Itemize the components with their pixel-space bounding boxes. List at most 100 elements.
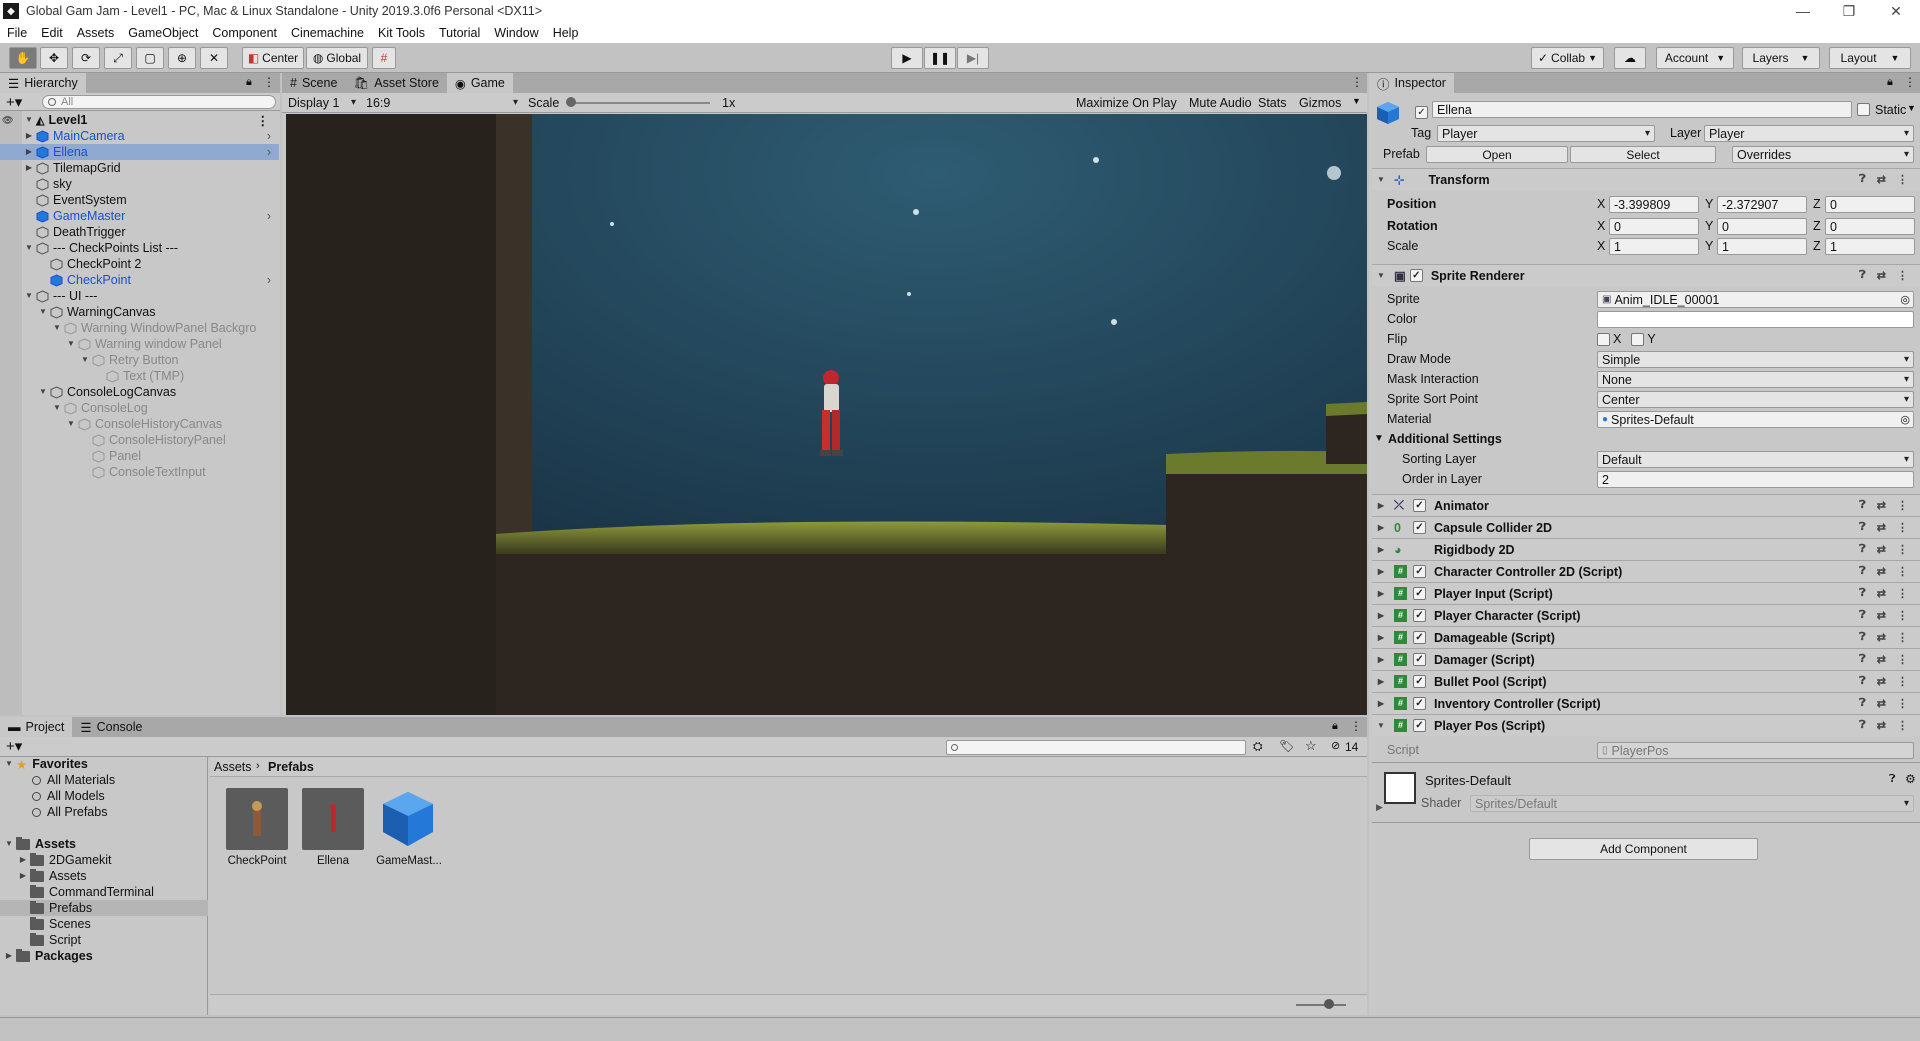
expand-arrow-icon[interactable]: ▼ xyxy=(24,291,34,301)
expand-arrow-icon[interactable]: ▼ xyxy=(38,307,48,317)
hierarchy-item[interactable]: ▶ TilemapGrid xyxy=(0,160,279,176)
component-enabled-checkbox[interactable]: ✓ xyxy=(1413,587,1426,600)
hand-tool-button[interactable]: ✋ xyxy=(9,47,37,69)
tab-scene[interactable]: # Scene xyxy=(282,73,345,93)
scale-field[interactable]: 1 xyxy=(1717,238,1807,255)
transform-header[interactable]: ▼ ⊹ Transform ❓︎ ⇄ ⋮ xyxy=(1372,168,1920,190)
collab-button[interactable]: ✓ Collab ▼ xyxy=(1531,47,1604,69)
expand-arrow-icon[interactable]: ▼ xyxy=(52,403,62,413)
component-header[interactable]: ▶ # ✓ Inventory Controller (Script) ❓︎ ⇄ ⋮ xyxy=(1372,692,1920,714)
component-menu-icon[interactable]: ⋮ xyxy=(1897,269,1908,282)
asset-thumbnail-ellena[interactable] xyxy=(302,788,364,850)
component-menu-icon[interactable]: ⋮ xyxy=(1897,697,1908,710)
help-icon[interactable]: ❓︎ xyxy=(1859,631,1866,644)
component-enabled-checkbox[interactable]: ✓ xyxy=(1413,565,1426,578)
pivot-center-toggle[interactable]: ◧ Center xyxy=(242,47,304,69)
aspect-dropdown[interactable]: 16:9 xyxy=(362,94,522,111)
expand-arrow-icon[interactable]: ▼ xyxy=(1376,175,1386,185)
favorite-item[interactable]: All Prefabs xyxy=(32,804,107,820)
chevron-down-icon[interactable]: ▼ xyxy=(1907,103,1916,113)
help-icon[interactable]: ❓︎ xyxy=(1859,521,1866,534)
expand-arrow-icon[interactable]: ▼ xyxy=(80,355,90,365)
prefab-open-button[interactable]: Open xyxy=(1426,146,1568,163)
expand-arrow-icon[interactable]: ▶ xyxy=(1376,567,1386,577)
hierarchy-item[interactable]: ▼ ConsoleHistoryCanvas xyxy=(0,416,279,432)
preset-icon[interactable]: ⇄ xyxy=(1877,675,1886,688)
axis-label[interactable]: Z xyxy=(1813,239,1821,253)
position-field[interactable]: -2.372907 xyxy=(1717,196,1807,213)
expand-arrow-icon[interactable]: ▶ xyxy=(1376,655,1386,665)
axis-label[interactable]: Z xyxy=(1813,219,1821,233)
expand-arrow-icon[interactable]: ▼ xyxy=(4,759,14,769)
preset-icon[interactable]: ⇄ xyxy=(1877,609,1886,622)
gameobject-name-field[interactable]: Ellena xyxy=(1432,101,1852,118)
eye-icon[interactable]: 👁︎ xyxy=(2,115,24,126)
assets-root[interactable]: ▼ Assets xyxy=(4,836,76,852)
component-header[interactable]: ▶ # ✓ Character Controller 2D (Script) ❓︎ ⇄ ⋮ xyxy=(1372,560,1920,582)
menu-gameobject[interactable]: GameObject xyxy=(128,26,198,40)
move-tool-button[interactable]: ✥ xyxy=(40,47,68,69)
expand-arrow-icon[interactable]: ▶ xyxy=(18,855,28,865)
object-picker-icon[interactable]: ◎ xyxy=(1900,293,1910,306)
hierarchy-item[interactable]: ▶ Ellena › xyxy=(0,144,279,160)
maximize-button[interactable]: ❐ xyxy=(1826,0,1872,22)
axis-label[interactable]: X xyxy=(1597,219,1605,233)
sprite-sort-point-dropdown[interactable]: Center xyxy=(1597,391,1914,408)
project-folder[interactable]: CommandTerminal xyxy=(18,884,154,900)
help-icon[interactable]: ❓︎ xyxy=(1859,269,1866,282)
minimize-button[interactable]: — xyxy=(1780,0,1826,22)
menu-kit-tools[interactable]: Kit Tools xyxy=(378,26,425,40)
gizmos-toggle[interactable]: Gizmos xyxy=(1299,96,1341,110)
component-enabled-checkbox[interactable]: ✓ xyxy=(1413,521,1426,534)
help-icon[interactable]: ❓︎ xyxy=(1859,587,1866,600)
scene-row[interactable]: 👁︎ ▼ ◭ Level1 ⋮ xyxy=(0,112,279,128)
tag-dropdown[interactable]: Player xyxy=(1437,125,1655,142)
component-menu-icon[interactable]: ⋮ xyxy=(1897,565,1908,578)
expand-arrow-icon[interactable]: ▶ xyxy=(1376,677,1386,687)
component-menu-icon[interactable]: ⋮ xyxy=(1897,499,1908,512)
preset-icon[interactable]: ⇄ xyxy=(1877,565,1886,578)
prefab-overrides-dropdown[interactable]: Overrides xyxy=(1732,146,1914,163)
favorite-item[interactable]: All Models xyxy=(32,788,105,804)
preset-icon[interactable]: ⇄ xyxy=(1877,543,1886,556)
axis-label[interactable]: Y xyxy=(1705,197,1713,211)
preset-icon[interactable]: ⇄ xyxy=(1877,653,1886,666)
expand-arrow-icon[interactable]: ▼ xyxy=(66,339,76,349)
tab-project[interactable]: ▬ Project xyxy=(0,717,73,737)
project-folder[interactable]: Script xyxy=(18,932,81,948)
help-icon[interactable]: ❓︎ xyxy=(1859,675,1866,688)
hierarchy-item[interactable]: CheckPoint › xyxy=(0,272,279,288)
asset-thumbnail-gamemaster[interactable] xyxy=(377,788,439,850)
scale-slider-track[interactable] xyxy=(570,102,710,104)
component-header[interactable]: ▼ # ✓ Player Pos (Script) ❓︎ ⇄ ⋮ xyxy=(1372,714,1920,736)
favorite-star-icon[interactable]: ☆ xyxy=(1305,738,1317,754)
axis-label[interactable]: X xyxy=(1597,197,1605,211)
axis-label[interactable]: Y xyxy=(1705,219,1713,233)
expand-arrow-icon[interactable]: ▼ xyxy=(1376,271,1386,281)
project-folder[interactable]: ▶ 2DGamekit xyxy=(18,852,112,868)
help-icon[interactable]: ❓︎ xyxy=(1859,499,1866,512)
hierarchy-item[interactable]: ▶ MainCamera › xyxy=(0,128,279,144)
pause-button[interactable]: ❚❚ xyxy=(924,47,956,69)
component-enabled-checkbox[interactable]: ✓ xyxy=(1413,697,1426,710)
menu-window[interactable]: Window xyxy=(494,26,538,40)
component-enabled-checkbox[interactable]: ✓ xyxy=(1413,719,1426,732)
expand-arrow-icon[interactable]: ▶ xyxy=(4,951,14,961)
open-prefab-arrow-icon[interactable]: › xyxy=(267,129,271,143)
hierarchy-item[interactable]: CheckPoint 2 xyxy=(0,256,279,272)
position-field[interactable]: -3.399809 xyxy=(1609,196,1699,213)
breadcrumb-prefabs[interactable]: Prefabs xyxy=(268,760,314,774)
scale-tool-button[interactable]: ⤢ xyxy=(104,47,132,69)
expand-arrow-icon[interactable]: ▼ xyxy=(24,115,34,125)
expand-arrow-icon[interactable]: ▶ xyxy=(1376,589,1386,599)
expand-arrow-icon[interactable]: ▶ xyxy=(1376,501,1386,511)
expand-arrow-icon[interactable]: ▶ xyxy=(1376,523,1386,533)
layer-dropdown[interactable]: Player xyxy=(1704,125,1914,142)
open-prefab-arrow-icon[interactable]: › xyxy=(267,209,271,223)
hidden-packages-icon[interactable]: ⊘ xyxy=(1331,739,1340,752)
draw-mode-dropdown[interactable]: Simple xyxy=(1597,351,1914,368)
preset-icon[interactable]: ⇄ xyxy=(1877,173,1886,186)
add-component-button[interactable]: Add Component xyxy=(1529,838,1758,860)
lock-icon[interactable]: 🔒︎ xyxy=(246,76,252,89)
menu-tutorial[interactable]: Tutorial xyxy=(439,26,480,40)
